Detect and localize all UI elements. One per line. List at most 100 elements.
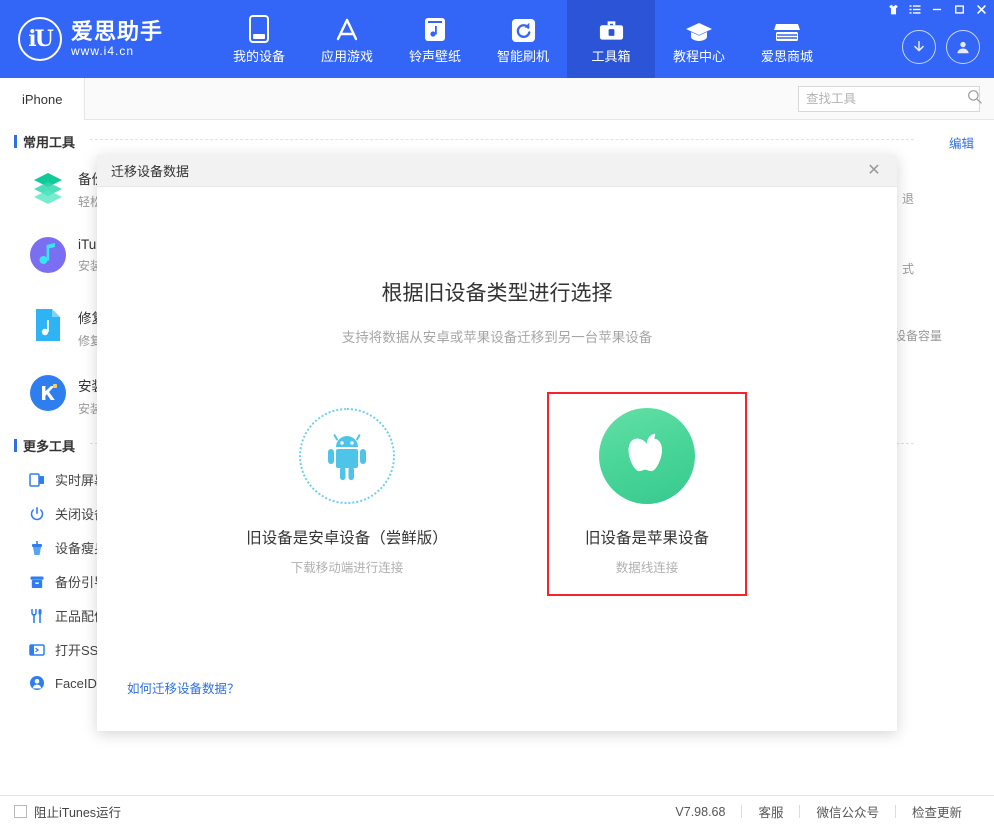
tool-item-itunes[interactable]: iTu 安装 — [28, 235, 102, 275]
sub-header: iPhone — [0, 78, 994, 120]
choice-android-device[interactable]: 旧设备是安卓设备（尝鲜版） 下载移动端进行连接 — [247, 392, 447, 596]
device-type-choices: 旧设备是安卓设备（尝鲜版） 下载移动端进行连接 旧设备是苹果设备 数据线连接 — [97, 392, 897, 596]
version-label: V7.98.68 — [659, 805, 741, 819]
accessory-icon — [28, 607, 46, 625]
choice-desc: 数据线连接 — [616, 557, 679, 576]
check-update-link[interactable]: 检查更新 — [896, 802, 978, 821]
status-bar-right: V7.98.68 客服 微信公众号 检查更新 — [659, 802, 978, 821]
close-icon[interactable] — [970, 1, 992, 17]
download-circle-icon[interactable] — [902, 30, 936, 64]
dialog-body: 根据旧设备类型进行选择 支持将数据从安卓或苹果设备迁移到另一台苹果设备 — [97, 187, 897, 731]
choice-title: 旧设备是安卓设备（尝鲜版） — [246, 526, 448, 548]
store-icon — [773, 15, 801, 43]
nav-item-my-device[interactable]: 我的设备 — [215, 0, 303, 78]
tab-iphone[interactable]: iPhone — [0, 78, 85, 120]
logo-title: 爱思助手 — [71, 20, 163, 44]
more-tool-genuine-accessory[interactable]: 正品配件 — [28, 606, 107, 625]
section-title: 常用工具 — [23, 132, 75, 151]
window-controls — [882, 1, 992, 17]
app-window: iU 爱思助手 www.i4.cn 我的设备 应用游戏 — [0, 0, 994, 827]
section-title: 更多工具 — [23, 436, 75, 455]
tab-label: iPhone — [22, 92, 62, 107]
toolbox-icon — [598, 15, 625, 43]
more-tool-backup-guide[interactable]: 备份引导 — [28, 572, 107, 591]
music-file-icon — [423, 15, 447, 43]
faceid-icon — [28, 674, 46, 692]
maximize-icon[interactable] — [948, 1, 970, 17]
nav-item-smart-flash[interactable]: 智能刷机 — [479, 0, 567, 78]
minimize-icon[interactable] — [926, 1, 948, 17]
logo-subtitle: www.i4.cn — [71, 44, 163, 59]
more-tool-faceid[interactable]: FaceID — [28, 674, 97, 692]
search-input[interactable] — [806, 92, 967, 106]
refresh-icon — [511, 15, 536, 43]
block-itunes-option[interactable]: 阻止iTunes运行 — [14, 802, 121, 821]
tool-item-repair[interactable]: 修复 修复 — [28, 305, 105, 349]
appstore-icon — [334, 15, 360, 43]
itunes-icon — [28, 235, 68, 275]
section-header-more-tools: 更多工具 — [14, 436, 75, 455]
terminal-icon — [28, 641, 46, 659]
install-icon — [28, 373, 68, 413]
migrate-device-data-dialog: 迁移设备数据 ✕ 根据旧设备类型进行选择 支持将数据从安卓或苹果设备迁移到另一台… — [97, 155, 897, 731]
dialog-heading: 根据旧设备类型进行选择 — [97, 277, 897, 307]
more-tool-power-off[interactable]: 关闭设备 — [28, 504, 107, 523]
screen-mirror-icon — [28, 471, 46, 489]
nav-label: 爱思商城 — [761, 49, 813, 64]
nav-item-toolbox[interactable]: 工具箱 — [567, 0, 655, 78]
nav-item-apps-games[interactable]: 应用游戏 — [303, 0, 391, 78]
block-itunes-checkbox[interactable] — [14, 805, 27, 818]
logo-mark-text: iU — [28, 26, 52, 52]
more-tool-slim-device[interactable]: 设备瘦身 — [28, 538, 107, 557]
search-box[interactable] — [798, 86, 980, 112]
more-tool-label: 打开SS — [55, 640, 98, 659]
status-bar: 阻止iTunes运行 V7.98.68 客服 微信公众号 检查更新 — [0, 795, 994, 827]
nav-label: 应用游戏 — [321, 49, 373, 64]
nav-label: 我的设备 — [233, 49, 285, 64]
section-header-common-tools: 常用工具 — [14, 132, 75, 151]
nav-item-tutorial-center[interactable]: 教程中心 — [655, 0, 743, 78]
more-tool-label: FaceID — [55, 676, 97, 691]
layers-icon — [28, 166, 68, 206]
phone-icon — [249, 15, 269, 43]
account-circle-icon[interactable] — [946, 30, 980, 64]
app-logo: iU 爱思助手 www.i4.cn — [18, 14, 198, 64]
device-tab-strip: iPhone — [0, 78, 85, 120]
box-icon — [28, 573, 46, 591]
choice-desc: 下载移动端进行连接 — [291, 557, 404, 576]
nav-label: 智能刷机 — [497, 49, 549, 64]
customer-service-link[interactable]: 客服 — [742, 802, 799, 821]
menu-icon[interactable] — [904, 1, 926, 17]
top-navigation-bar: iU 爱思助手 www.i4.cn 我的设备 应用游戏 — [0, 0, 994, 78]
nav-item-store[interactable]: 爱思商城 — [743, 0, 831, 78]
more-tool-open-ss[interactable]: 打开SS — [28, 640, 98, 659]
apple-logo-icon — [599, 408, 695, 504]
music-doc-icon — [28, 305, 68, 345]
nav-actions — [902, 30, 980, 64]
wechat-official-link[interactable]: 微信公众号 — [800, 802, 895, 821]
choice-apple-device[interactable]: 旧设备是苹果设备 数据线连接 — [547, 392, 747, 596]
tool-item-backup[interactable]: 备份 轻松 — [28, 166, 105, 210]
how-to-migrate-link[interactable]: 如何迁移设备数据？ — [127, 678, 240, 697]
nav-item-ringtone-wallpaper[interactable]: 铃声壁纸 — [391, 0, 479, 78]
tool-desc-fragment: 式 — [902, 260, 914, 277]
nav-items: 我的设备 应用游戏 铃声壁纸 智能刷机 — [215, 0, 831, 78]
choice-title: 旧设备是苹果设备 — [585, 526, 709, 548]
close-icon[interactable]: ✕ — [863, 160, 885, 182]
power-icon — [28, 505, 46, 523]
tool-item-install[interactable]: 安装 安装 — [28, 373, 105, 417]
broom-icon — [28, 539, 46, 557]
nav-label: 教程中心 — [673, 49, 725, 64]
graduation-cap-icon — [685, 15, 713, 43]
dialog-header: 迁移设备数据 ✕ — [97, 155, 897, 187]
dialog-subtitle: 支持将数据从安卓或苹果设备迁移到另一台苹果设备 — [97, 326, 897, 346]
edit-link[interactable]: 编辑 — [949, 133, 974, 152]
logo-mark-icon: iU — [18, 17, 62, 61]
more-tool-screen-mirror[interactable]: 实时屏幕 — [28, 470, 107, 489]
android-robot-icon — [299, 408, 395, 504]
block-itunes-label: 阻止iTunes运行 — [34, 802, 121, 821]
tool-desc-fragment: 退 — [902, 190, 914, 207]
search-icon[interactable] — [967, 89, 982, 109]
nav-label: 铃声壁纸 — [409, 49, 461, 64]
skin-icon[interactable] — [882, 1, 904, 17]
